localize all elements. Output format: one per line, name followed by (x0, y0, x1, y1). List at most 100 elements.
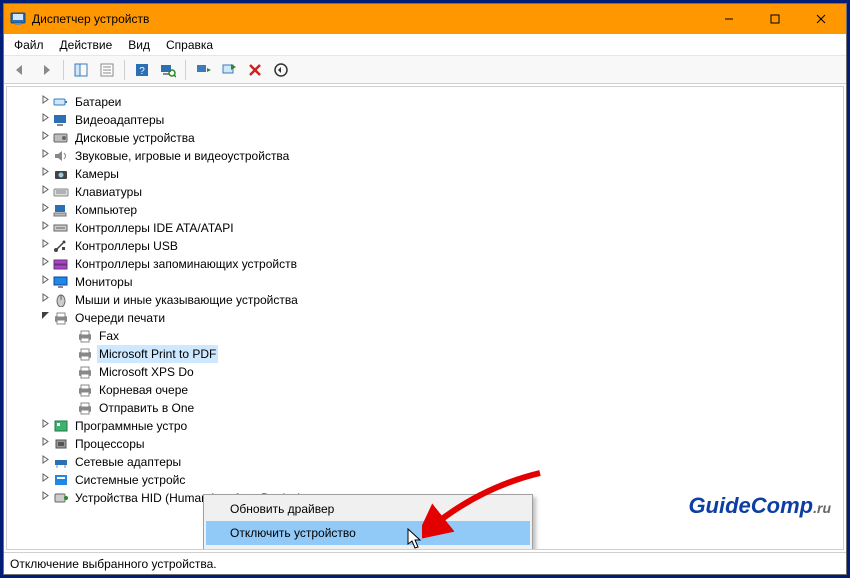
tree-node[interactable]: Звуковые, игровые и видеоустройства (11, 147, 839, 165)
tree-node-label: Очереди печати (73, 309, 167, 327)
expand-icon[interactable] (39, 237, 51, 255)
tree-node[interactable]: Очереди печати (11, 309, 839, 327)
expand-icon[interactable] (39, 471, 51, 489)
menu-file[interactable]: Файл (6, 36, 52, 54)
computer-icon (53, 203, 69, 217)
show-hide-tree-button[interactable] (69, 58, 93, 82)
menu-help[interactable]: Справка (158, 36, 221, 54)
printer-icon (77, 329, 93, 343)
expand-icon[interactable] (39, 93, 51, 111)
storage-icon (53, 257, 69, 271)
tree-node[interactable]: Дисковые устройства (11, 129, 839, 147)
watermark-brand: GuideComp (688, 493, 813, 518)
tree-node[interactable]: Microsoft Print to PDF (11, 345, 839, 363)
printer-icon (77, 383, 93, 397)
tree-node[interactable]: Видеоадаптеры (11, 111, 839, 129)
watermark: GuideComp.ru (688, 493, 831, 519)
enable-device-button[interactable] (217, 58, 241, 82)
expand-icon[interactable] (39, 273, 51, 291)
tree-node-label: Программные устро (73, 417, 189, 435)
tree-node[interactable]: Программные устро (11, 417, 839, 435)
expand-icon[interactable] (39, 417, 51, 435)
tree-node[interactable]: Мониторы (11, 273, 839, 291)
expand-icon[interactable] (39, 219, 51, 237)
expand-icon[interactable] (39, 255, 51, 273)
device-tree[interactable]: БатареиВидеоадаптерыДисковые устройстваЗ… (7, 87, 843, 549)
keyboard-icon (53, 185, 69, 199)
tree-node-label: Камеры (73, 165, 121, 183)
display-icon (53, 113, 69, 127)
expand-icon[interactable] (39, 111, 51, 129)
printer-icon (53, 311, 69, 325)
device-manager-window: Диспетчер устройств Файл Действие Вид Сп… (3, 3, 847, 575)
tree-node[interactable]: Клавиатуры (11, 183, 839, 201)
expand-icon[interactable] (39, 435, 51, 453)
tree-node-label: Звуковые, игровые и видеоустройства (73, 147, 291, 165)
ctx-uninstall-device[interactable]: Удалить устройство (206, 545, 530, 550)
statusbar: Отключение выбранного устройства. (4, 552, 846, 574)
back-button[interactable] (8, 58, 32, 82)
maximize-button[interactable] (752, 4, 798, 34)
hid-icon (53, 491, 69, 505)
tree-node[interactable]: Контроллеры USB (11, 237, 839, 255)
expand-icon[interactable] (39, 453, 51, 471)
context-menu: Обновить драйвер Отключить устройство Уд… (203, 494, 533, 550)
tree-node[interactable]: Fax (11, 327, 839, 345)
tree-node[interactable]: Отправить в One (11, 399, 839, 417)
forward-button[interactable] (34, 58, 58, 82)
tree-node-label: Контроллеры запоминающих устройств (73, 255, 299, 273)
sound-icon (53, 149, 69, 163)
expand-icon[interactable] (39, 201, 51, 219)
disable-device-button[interactable] (269, 58, 293, 82)
close-button[interactable] (798, 4, 844, 34)
titlebar: Диспетчер устройств (4, 4, 846, 34)
tree-node-label: Дисковые устройства (73, 129, 197, 147)
expand-icon[interactable] (39, 147, 51, 165)
battery-icon (53, 95, 69, 109)
tree-node-label: Видеоадаптеры (73, 111, 166, 129)
update-driver-button[interactable] (191, 58, 215, 82)
tree-node-label: Сетевые адаптеры (73, 453, 183, 471)
tree-node[interactable]: Microsoft XPS Do (11, 363, 839, 381)
ide-icon (53, 221, 69, 235)
properties-button[interactable] (95, 58, 119, 82)
system-icon (53, 473, 69, 487)
tree-node[interactable]: Компьютер (11, 201, 839, 219)
svg-text:?: ? (139, 66, 145, 77)
tree-node[interactable]: Процессоры (11, 435, 839, 453)
tree-node[interactable]: Батареи (11, 93, 839, 111)
tree-node-label: Системные устройс (73, 471, 187, 489)
toolbar-separator (185, 60, 186, 80)
tree-node-label: Процессоры (73, 435, 147, 453)
tree-node[interactable]: Сетевые адаптеры (11, 453, 839, 471)
expand-icon[interactable] (39, 183, 51, 201)
toolbar-separator (124, 60, 125, 80)
tree-node[interactable]: Контроллеры запоминающих устройств (11, 255, 839, 273)
tree-node[interactable]: Корневая очере (11, 381, 839, 399)
software-icon (53, 419, 69, 433)
scan-hardware-button[interactable] (156, 58, 180, 82)
expand-icon[interactable] (39, 129, 51, 147)
camera-icon (53, 167, 69, 181)
tree-node-label: Контроллеры IDE ATA/ATAPI (73, 219, 236, 237)
ctx-update-driver[interactable]: Обновить драйвер (206, 497, 530, 521)
tree-node[interactable]: Контроллеры IDE ATA/ATAPI (11, 219, 839, 237)
menu-action[interactable]: Действие (52, 36, 121, 54)
mouse-icon (53, 293, 69, 307)
tree-node-label: Fax (97, 327, 121, 345)
tree-node[interactable]: Камеры (11, 165, 839, 183)
usb-icon (53, 239, 69, 253)
tree-node[interactable]: Мыши и иные указывающие устройства (11, 291, 839, 309)
expand-icon[interactable] (39, 489, 51, 507)
minimize-button[interactable] (706, 4, 752, 34)
disk-icon (53, 131, 69, 145)
ctx-disable-device[interactable]: Отключить устройство (206, 521, 530, 545)
expand-icon[interactable] (39, 165, 51, 183)
collapse-icon[interactable] (39, 309, 51, 327)
tree-node-label: Корневая очере (97, 381, 190, 399)
tree-node[interactable]: Системные устройс (11, 471, 839, 489)
help-button[interactable]: ? (130, 58, 154, 82)
uninstall-device-button[interactable] (243, 58, 267, 82)
menu-view[interactable]: Вид (120, 36, 158, 54)
expand-icon[interactable] (39, 291, 51, 309)
